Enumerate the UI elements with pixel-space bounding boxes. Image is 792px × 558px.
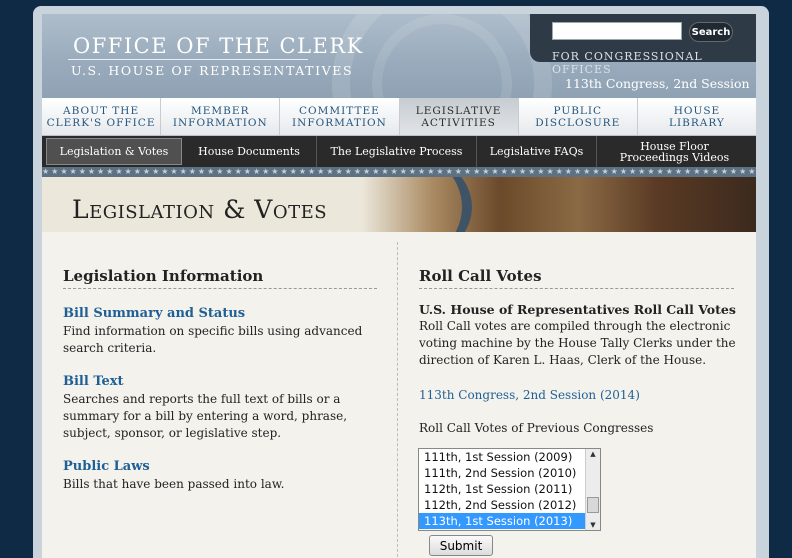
nav-label: Information [172, 117, 268, 129]
nav-about-clerk[interactable]: About the Clerk's Office [42, 98, 162, 135]
banner-swoosh [312, 177, 472, 232]
desc-line: Roll Call votes are compiled through the… [419, 319, 731, 333]
subnav-label: Proceedings Videos [619, 150, 730, 164]
subnav-label: House Floor [640, 139, 709, 153]
bill-text-desc: Searches and reports the full text of bi… [63, 391, 347, 442]
subnav-house-documents[interactable]: House Documents [182, 136, 317, 167]
subnav-legislative-faqs[interactable]: Legislative FAQs [477, 136, 597, 167]
current-session-link[interactable]: 113th Congress, 2nd Session (2014) [419, 388, 640, 402]
public-laws-link[interactable]: Public Laws [63, 459, 150, 474]
nav-label: Clerk's Office [46, 117, 156, 129]
nav-house-library[interactable]: House Library [638, 98, 756, 135]
column-divider [397, 242, 398, 558]
scroll-thumb[interactable] [587, 497, 599, 513]
bill-summary-link[interactable]: Bill Summary and Status [63, 306, 245, 321]
main-nav: About the Clerk's Office Member Informatio… [42, 98, 756, 136]
search-input[interactable] [552, 22, 682, 40]
nav-label: Committee [299, 105, 380, 117]
previous-congresses-label: Roll Call Votes of Previous Congresses [419, 421, 654, 435]
roll-call-votes-heading: Roll Call Votes [419, 267, 542, 285]
office-subtitle: U.S. House of Representatives [71, 63, 354, 78]
banner-title: Legislation & Votes [72, 195, 328, 224]
scroll-up-icon[interactable]: ▲ [588, 450, 598, 458]
subnav-floor-videos[interactable]: House Floor Proceedings Videos [597, 136, 752, 167]
legislation-information-heading: Legislation Information [63, 267, 264, 285]
session-option[interactable]: 112th, 2nd Session (2012) [419, 497, 600, 513]
nav-label: Member [191, 105, 250, 117]
session-option-selected[interactable]: 113th, 1st Session (2013) [419, 513, 600, 529]
session-label: 113th Congress, 2nd Session [565, 76, 750, 91]
title-rule [68, 59, 308, 60]
submit-button[interactable]: Submit [429, 535, 493, 556]
roll-call-desc: Roll Call votes are compiled through the… [419, 318, 736, 369]
nav-label: About the [63, 105, 140, 117]
star-border: ★★★★★★★★★★★★★★★★★★★★★★★★★★★★★★★★★★★★★★★★… [42, 167, 756, 177]
bill-summary-desc: Find information on specific bills using… [63, 323, 362, 357]
sub-nav: Legislation & Votes House Documents The … [42, 136, 756, 167]
office-title[interactable]: Office of the Clerk [73, 34, 364, 58]
nav-member-information[interactable]: Member Information [161, 98, 281, 135]
public-laws-desc: Bills that have been passed into law. [63, 477, 285, 491]
desc-line: Find information on specific bills using… [63, 324, 363, 338]
scroll-down-icon[interactable]: ▼ [588, 521, 598, 529]
heading-rule [63, 288, 377, 289]
nav-label: Information [292, 117, 387, 129]
nav-label: Public [553, 105, 603, 117]
heading-rule [419, 288, 734, 289]
bill-text-link[interactable]: Bill Text [63, 374, 124, 389]
listbox-scrollbar[interactable]: ▲ ▼ [585, 449, 600, 530]
session-option[interactable]: 111th, 2nd Session (2010) [419, 465, 600, 481]
session-option[interactable]: 111th, 1st Session (2009) [419, 449, 600, 465]
nav-label: Legislative [415, 105, 502, 117]
nav-legislative-activities[interactable]: Legislative Activities [399, 98, 519, 135]
desc-line: summary for a bill by entering a word, p… [63, 409, 348, 423]
main-content: Legislation Information Bill Summary and… [42, 232, 756, 558]
nav-committee-information[interactable]: Committee Information [280, 98, 400, 135]
site-header: Office of the Clerk U.S. House of Repres… [42, 14, 756, 98]
nav-label: Library [669, 117, 725, 129]
nav-label: Disclosure [535, 117, 621, 129]
subnav-legislative-process[interactable]: The Legislative Process [317, 136, 477, 167]
congressional-offices-link[interactable]: For Congressional Offices [530, 50, 756, 76]
nav-label: House [673, 105, 721, 117]
desc-line: subject, sponsor, or legislative step. [63, 426, 282, 440]
desc-line: voting machine by the House Tally Clerks… [419, 336, 736, 350]
nav-label: Activities [421, 117, 496, 129]
desc-line: search criteria. [63, 341, 157, 355]
roll-call-subheading: U.S. House of Representatives Roll Call … [419, 302, 736, 317]
search-button[interactable]: Search [689, 22, 733, 42]
nav-public-disclosure[interactable]: Public Disclosure [519, 98, 638, 135]
session-option[interactable]: 112th, 1st Session (2011) [419, 481, 600, 497]
page: Office of the Clerk U.S. House of Repres… [42, 14, 756, 558]
subnav-legislation-votes[interactable]: Legislation & Votes [46, 138, 182, 165]
desc-line: Searches and reports the full text of bi… [63, 392, 341, 406]
desc-line: direction of Karen L. Haas, Clerk of the… [419, 353, 707, 367]
previous-congress-select[interactable]: 111th, 1st Session (2009) 111th, 2nd Ses… [418, 448, 601, 531]
section-banner: Legislation & Votes [42, 177, 756, 232]
